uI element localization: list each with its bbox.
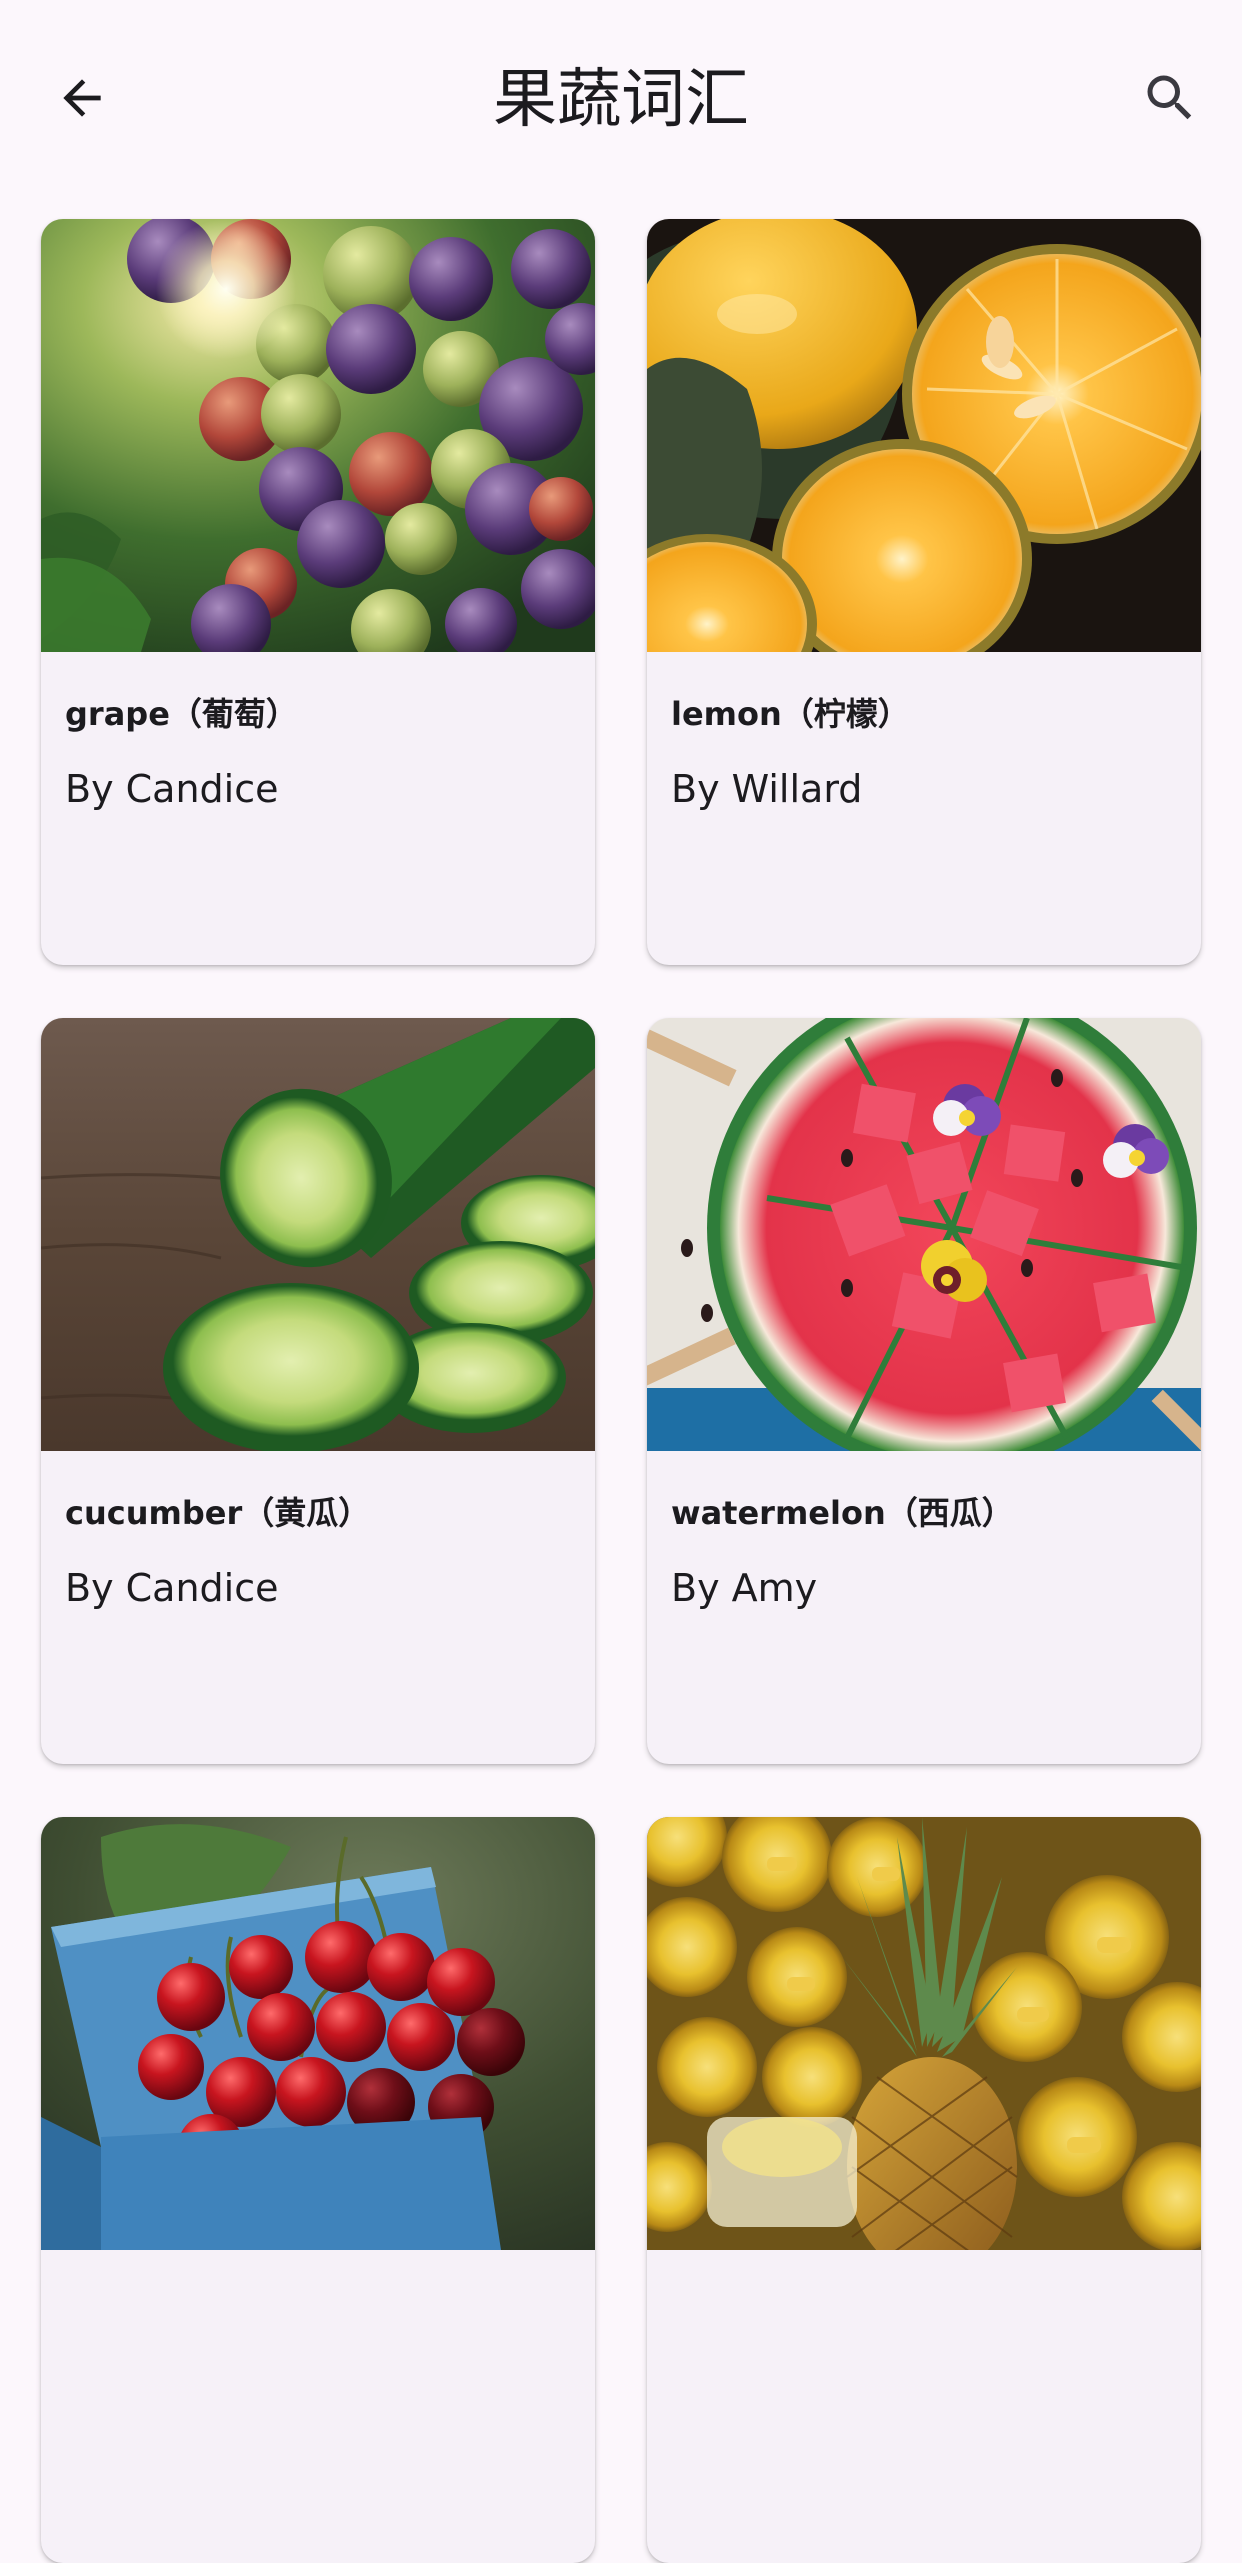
card-cherries[interactable] bbox=[41, 1817, 595, 2563]
card-author: By Amy bbox=[671, 1566, 818, 1610]
lemon-photo bbox=[647, 219, 1201, 652]
pineapple-photo bbox=[647, 1817, 1201, 2250]
card-watermelon[interactable]: watermelon（西瓜） By Amy bbox=[647, 1018, 1201, 1764]
card-title: cucumber（黄瓜） bbox=[65, 1494, 371, 1532]
vocabulary-grid: grape（葡萄） By Candice lemon（柠檬） By Willar… bbox=[0, 0, 1242, 2563]
cucumber-photo bbox=[41, 1018, 595, 1451]
cherries-photo bbox=[41, 1817, 595, 2250]
card-lemon[interactable]: lemon（柠檬） By Willard bbox=[647, 219, 1201, 965]
grapes-photo bbox=[41, 219, 595, 652]
card-author: By Candice bbox=[65, 767, 279, 811]
card-title: watermelon（西瓜） bbox=[671, 1494, 1014, 1532]
card-author: By Candice bbox=[65, 1566, 279, 1610]
card-grape[interactable]: grape（葡萄） By Candice bbox=[41, 219, 595, 965]
card-title: grape（葡萄） bbox=[65, 695, 298, 733]
card-cucumber[interactable]: cucumber（黄瓜） By Candice bbox=[41, 1018, 595, 1764]
card-title: lemon（柠檬） bbox=[671, 695, 910, 733]
card-pineapple[interactable] bbox=[647, 1817, 1201, 2563]
watermelon-photo bbox=[647, 1018, 1201, 1451]
card-author: By Willard bbox=[671, 767, 863, 811]
